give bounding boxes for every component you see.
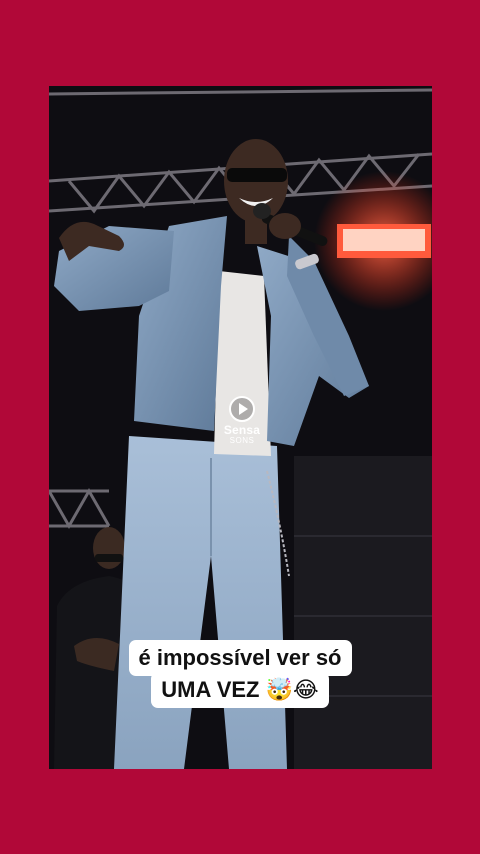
watermark-sub: SONS <box>229 436 255 445</box>
story-background: { "watermark": { "brand": "Sensa", "sub"… <box>0 0 480 854</box>
caption-line-2: UMA VEZ 🤯😂 <box>151 672 329 708</box>
sunglasses <box>227 168 287 182</box>
background-person <box>93 527 125 569</box>
watermark-brand: Sensa <box>223 423 261 437</box>
play-circle-icon <box>229 396 255 422</box>
caption-line-1: é impossível ver só <box>128 640 352 676</box>
speaker-stack <box>294 456 432 769</box>
sensa-sons-watermark: Sensa SONS <box>217 396 267 445</box>
caption-sticker: é impossível ver só UMA VEZ 🤯😂 <box>0 640 480 708</box>
